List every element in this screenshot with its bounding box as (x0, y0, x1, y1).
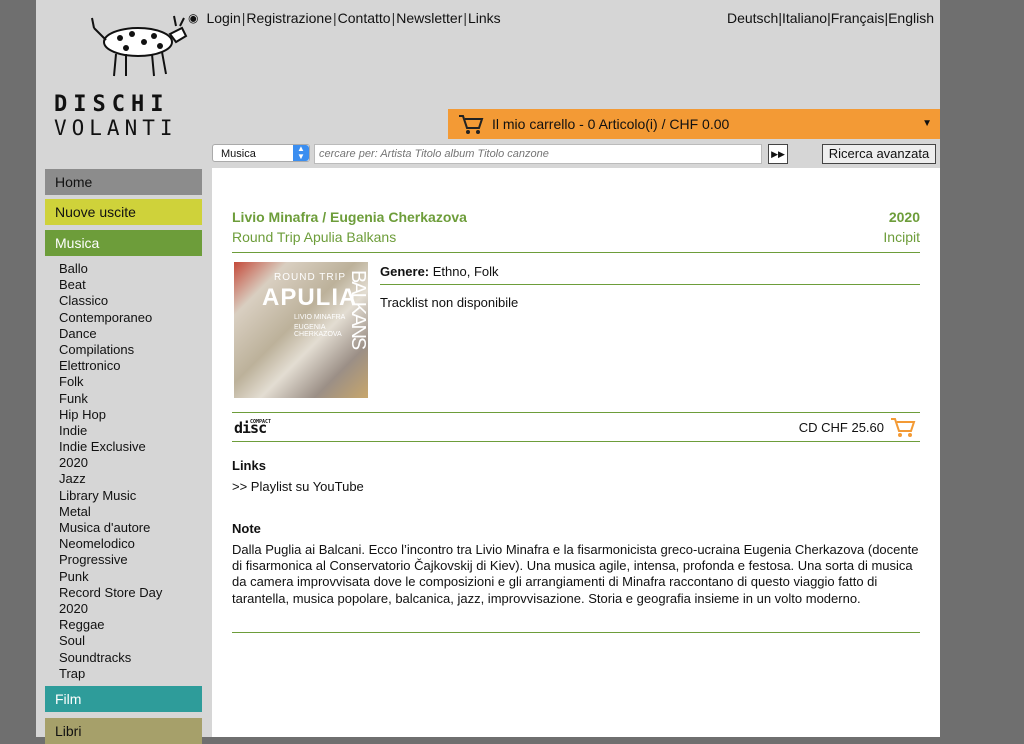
subnav-item[interactable]: Indie (59, 423, 174, 439)
subnav-item[interactable]: Hip Hop (59, 407, 174, 423)
sidebar-item-home[interactable]: Home (45, 169, 202, 195)
search-category-select[interactable]: Musica ▲ ▼ (212, 144, 310, 162)
subnav-item[interactable]: Folk (59, 374, 174, 390)
album-cover[interactable]: ROUND TRIP APULIA LIVIO MINAFRA EUGENIA … (234, 262, 369, 398)
divider (380, 284, 920, 285)
cart-bar[interactable]: Il mio carrello - 0 Articolo(i) / CHF 0.… (448, 109, 940, 139)
genre-label: Genere: (380, 264, 430, 279)
cover-text: ROUND TRIP (274, 272, 347, 283)
search-submit-button[interactable]: ▶▶ (768, 144, 788, 164)
language-switcher: Deutsch | Italiano | Français | English (727, 10, 934, 26)
subnav-item[interactable]: Jazz (59, 471, 174, 487)
login-link[interactable]: Login (206, 10, 240, 26)
divider (232, 441, 920, 442)
sidebar-item-film[interactable]: Film (45, 686, 202, 712)
subnav-item[interactable]: Elettronico (59, 358, 174, 374)
search-category-value: Musica (221, 148, 256, 160)
chevron-down-icon: ▼ (922, 118, 932, 129)
advanced-search-button[interactable]: Ricerca avanzata (822, 144, 936, 164)
lang-francais[interactable]: Français (831, 10, 885, 26)
disc-logo-small-text: COMPACT (250, 419, 272, 425)
lang-deutsch[interactable]: Deutsch (727, 10, 778, 26)
sidebar-item-music[interactable]: Musica (45, 230, 202, 256)
search-input[interactable] (314, 144, 762, 164)
product-artist[interactable]: Livio Minafra / Eugenia Cherkazova (232, 209, 467, 225)
subnav-item[interactable]: Ballo (59, 261, 174, 277)
subnav-item[interactable]: Contemporaneo (59, 310, 174, 326)
add-to-cart-icon[interactable] (890, 416, 916, 438)
divider (232, 252, 920, 253)
lang-italiano[interactable]: Italiano (782, 10, 827, 26)
header: DISCHI VOLANTI ◉ Login | Registrazione |… (36, 0, 940, 168)
divider (232, 632, 920, 633)
youtube-playlist-link[interactable]: >> Playlist su YouTube (232, 479, 364, 494)
note-heading: Note (232, 521, 261, 536)
subnav-item[interactable]: Punk (59, 569, 174, 585)
sidebar-item-books[interactable]: Libri (45, 718, 202, 744)
subnav-item[interactable]: Funk (59, 391, 174, 407)
subnav-item[interactable]: Trap (59, 666, 174, 682)
subnav-item[interactable]: Beat (59, 277, 174, 293)
product-album: Round Trip Apulia Balkans (232, 229, 397, 245)
product-price: CD CHF 25.60 (798, 420, 884, 435)
subnav-item[interactable]: Neomelodico (59, 536, 174, 552)
newsletter-link[interactable]: Newsletter (396, 10, 462, 26)
subnav-item[interactable]: Reggae (59, 617, 174, 633)
search-row: Musica ▲▼ ▶▶ Ricerca avanzata (212, 144, 940, 166)
divider (232, 412, 920, 413)
dog-logo-icon (91, 15, 188, 77)
music-subnav: Ballo Beat Classico Contemporaneo Dance … (59, 261, 174, 682)
product-genre: Genere: Ethno, Folk (380, 264, 499, 279)
select-arrows-icon: ▲ ▼ (293, 145, 309, 161)
register-link[interactable]: Registrazione (246, 10, 332, 26)
cart-label: Il mio carrello - 0 Articolo(i) / CHF 0.… (492, 116, 730, 132)
site-logo[interactable]: DISCHI VOLANTI (44, 10, 204, 140)
cover-text: BALKANS (347, 270, 369, 349)
logo-text-volanti: VOLANTI (54, 116, 178, 140)
eye-icon: ◉ (188, 11, 199, 25)
subnav-item[interactable]: Soul (59, 633, 174, 649)
compact-disc-icon: COMPACT disc (234, 417, 272, 437)
subnav-item[interactable]: Record Store Day 2020 (59, 585, 174, 617)
subnav-item[interactable]: Progressive (59, 552, 174, 568)
contact-link[interactable]: Contatto (338, 10, 391, 26)
cart-icon (459, 115, 484, 134)
cover-text: LIVIO MINAFRA (294, 314, 346, 321)
subnav-item[interactable]: Library Music (59, 488, 174, 504)
links-link[interactable]: Links (468, 10, 501, 26)
genre-value: Ethno, Folk (432, 264, 499, 279)
sidebar: Home Nuove uscite Musica Ballo Beat Clas… (36, 168, 212, 744)
tracklist-status: Tracklist non disponibile (380, 295, 519, 310)
subnav-item[interactable]: Musica d'autore (59, 520, 174, 536)
subnav-item[interactable]: Classico (59, 293, 174, 309)
subnav-item[interactable]: Metal (59, 504, 174, 520)
subnav-item[interactable]: Soundtracks (59, 650, 174, 666)
lang-english[interactable]: English (888, 10, 934, 26)
links-heading: Links (232, 458, 266, 473)
subnav-item[interactable]: Compilations (59, 342, 174, 358)
logo-text-dischi: DISCHI (54, 92, 170, 117)
product-label[interactable]: Incipit (883, 229, 920, 245)
cover-text: APULIA (262, 284, 358, 311)
top-links: ◉ Login | Registrazione | Contatto | New… (188, 10, 501, 26)
page: DISCHI VOLANTI ◉ Login | Registrazione |… (36, 0, 940, 744)
subnav-item[interactable]: Indie Exclusive 2020 (59, 439, 169, 471)
sidebar-item-new-releases[interactable]: Nuove uscite (45, 199, 202, 225)
product-year: 2020 (888, 209, 920, 225)
subnav-item[interactable]: Dance (59, 326, 174, 342)
note-text: Dalla Puglia ai Balcani. Ecco l’incontro… (232, 542, 919, 606)
